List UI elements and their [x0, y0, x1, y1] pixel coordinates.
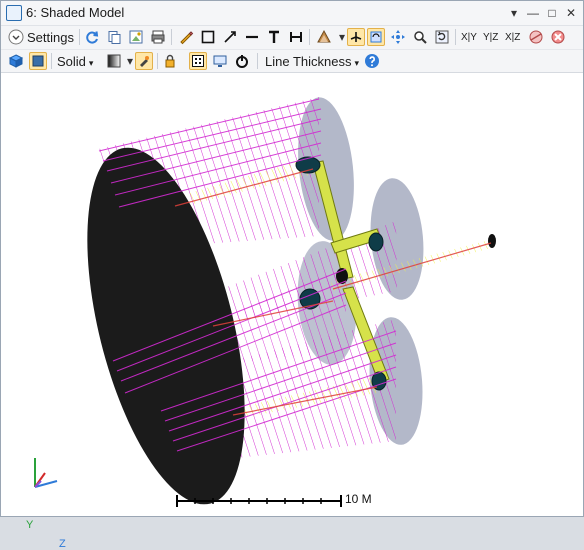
render-mode-select[interactable]: Solid ▾: [57, 54, 93, 69]
toolbar-separator: [455, 29, 456, 45]
line-thickness-select[interactable]: Line Thickness ▾: [265, 54, 359, 69]
save-image-icon[interactable]: [127, 28, 145, 46]
shade-toggle-icon[interactable]: [29, 52, 47, 70]
chevron-down-icon: ▾: [88, 58, 94, 68]
toolbar-separator: [257, 53, 258, 69]
help-icon[interactable]: [363, 52, 381, 70]
minimize-button[interactable]: —: [525, 5, 541, 21]
highlight-tool-icon[interactable]: [135, 52, 153, 70]
component-right: [368, 232, 384, 252]
arrow-tool-icon[interactable]: [221, 28, 239, 46]
axis-label-y: Y: [26, 519, 34, 531]
toolbar-separator: [79, 29, 80, 45]
settings-button[interactable]: Settings: [27, 30, 74, 45]
cube-icon[interactable]: [7, 52, 25, 70]
close-button[interactable]: ✕: [563, 5, 579, 21]
reset-view-icon[interactable]: [433, 28, 451, 46]
axis-label-z: Z: [59, 538, 66, 550]
toolbar-separator: [157, 53, 158, 69]
toolbar-separator: [51, 53, 52, 69]
shaded-model-canvas[interactable]: [1, 73, 583, 516]
line-tool-icon[interactable]: [243, 28, 261, 46]
raytrace-icon[interactable]: [527, 28, 545, 46]
toolbar-row-1: Settings ▾ X|Y Y|Z X|Z: [1, 26, 583, 50]
axis-triad: [34, 458, 58, 488]
layout-grid-icon[interactable]: [189, 52, 207, 70]
print-icon[interactable]: [149, 28, 167, 46]
dimension-tool-icon[interactable]: [287, 28, 305, 46]
scale-bar-label: 10 M: [345, 492, 372, 506]
stop-icon[interactable]: [549, 28, 567, 46]
toolbar-separator: [171, 29, 172, 45]
model-viewport[interactable]: Y Z 10 M: [1, 73, 583, 550]
window-menu-icon[interactable]: ▾: [506, 5, 522, 21]
chevron-down-icon: ▾: [354, 58, 360, 68]
pan-icon[interactable]: [389, 28, 407, 46]
view-xz-button[interactable]: X|Z: [505, 32, 520, 43]
toolbar-row-2: Solid ▾ ▾ Line Thickness ▾: [1, 50, 583, 73]
lock-icon[interactable]: [161, 52, 179, 70]
rotate-view-icon[interactable]: [367, 28, 385, 46]
focus-element: [488, 234, 496, 248]
window-title: 6: Shaded Model: [26, 5, 125, 20]
power-icon[interactable]: [233, 52, 251, 70]
pencil-icon[interactable]: [177, 28, 195, 46]
copy-icon[interactable]: [105, 28, 123, 46]
window-app-icon: [6, 5, 22, 21]
zoom-icon[interactable]: [411, 28, 429, 46]
toolbar-separator: [309, 29, 310, 45]
render-mode-value: Solid: [57, 54, 86, 69]
title-bar: 6: Shaded Model ▾ — □ ✕: [1, 1, 583, 26]
shaded-model-window: 6: Shaded Model ▾ — □ ✕ Settings ▾ X|Y Y…: [0, 0, 584, 550]
monitor-icon[interactable]: [211, 52, 229, 70]
rectangle-tool-icon[interactable]: [199, 28, 217, 46]
line-thickness-label: Line Thickness: [265, 54, 352, 69]
view-mode-icon[interactable]: [315, 28, 333, 46]
settings-dropdown-icon[interactable]: [7, 28, 25, 46]
maximize-button[interactable]: □: [544, 5, 560, 21]
refresh-icon[interactable]: [83, 28, 101, 46]
axes-toggle-icon[interactable]: [347, 28, 365, 46]
view-yz-button[interactable]: Y|Z: [483, 32, 498, 43]
view-xy-button[interactable]: X|Y: [461, 32, 477, 43]
text-tool-icon[interactable]: [265, 28, 283, 46]
